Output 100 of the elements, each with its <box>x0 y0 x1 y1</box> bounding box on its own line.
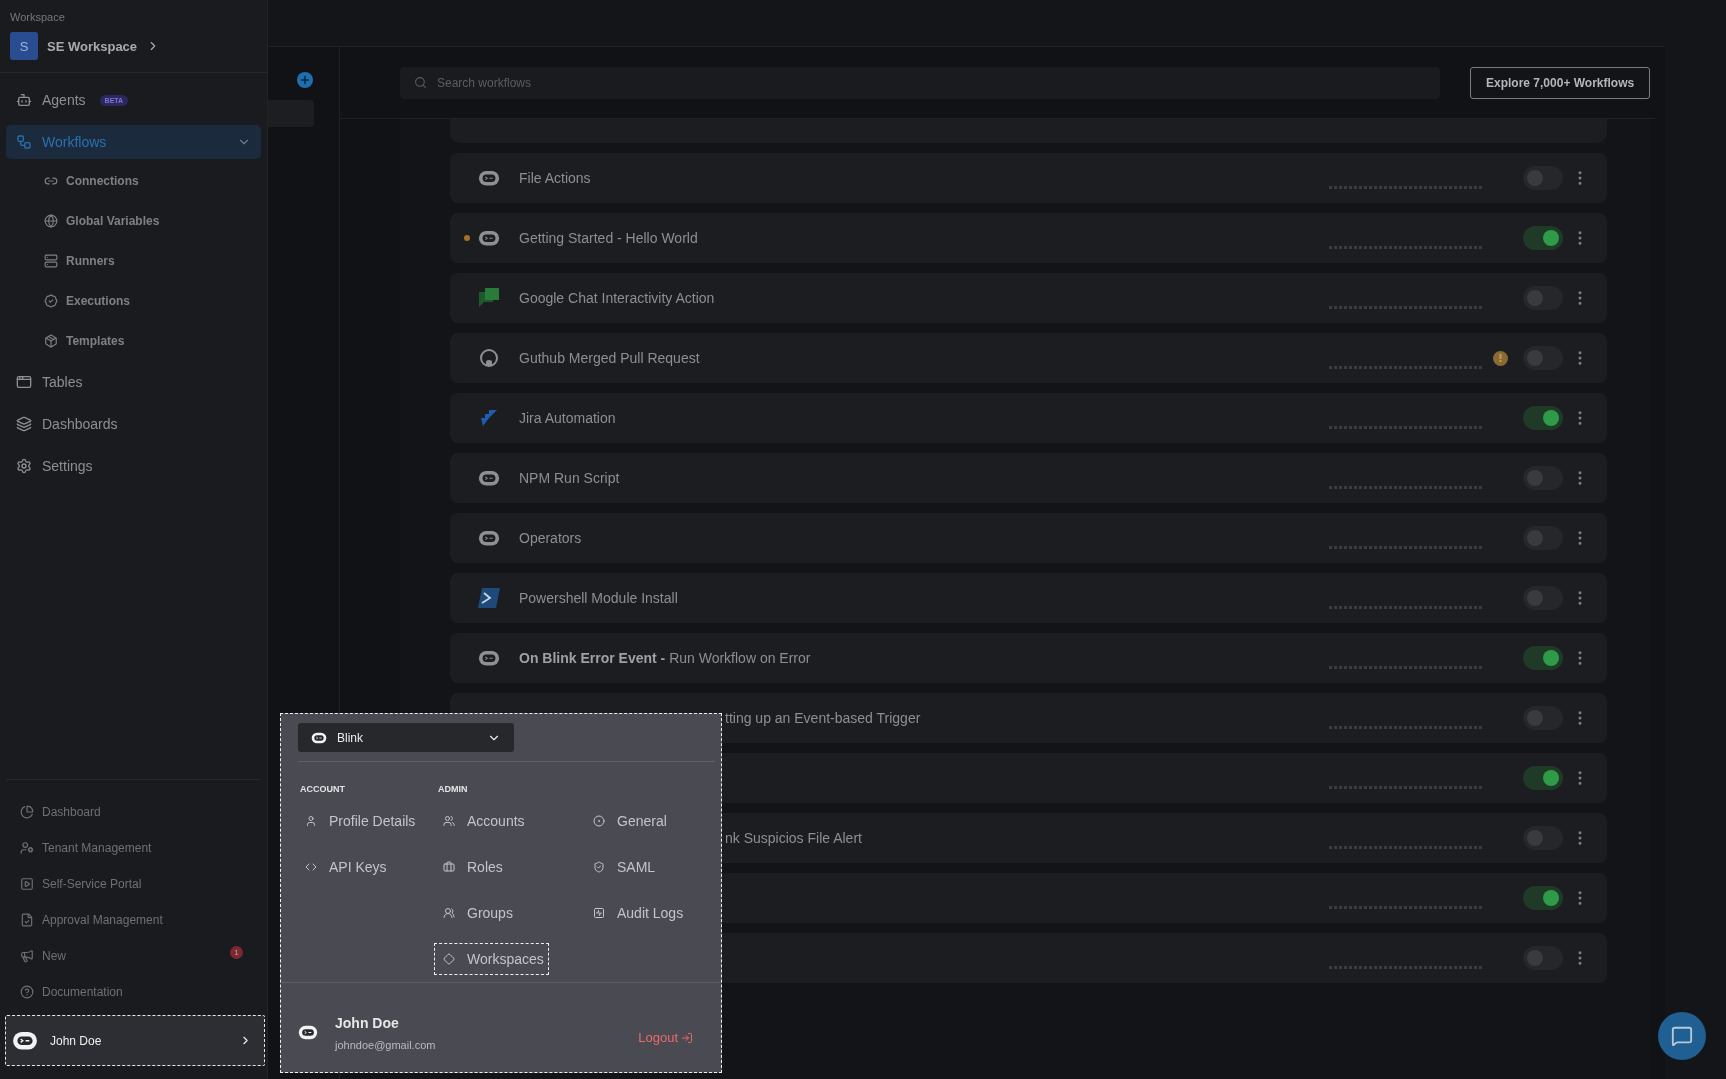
workflow-name: Getting Started - Hello World <box>519 230 698 246</box>
workflow-row[interactable]: Operators <box>450 513 1607 563</box>
explore-workflows-button[interactable]: Explore 7,000+ Workflows <box>1470 66 1651 99</box>
diamond-icon <box>443 953 455 965</box>
toggle-switch[interactable] <box>1523 706 1563 730</box>
chat-bubble-icon <box>1671 1025 1693 1047</box>
workflow-name: On Blink Error Event - Run Workflow on Error <box>519 650 811 666</box>
nav-subitem[interactable]: Executions <box>6 281 261 321</box>
footer-nav-item[interactable]: Self-Service Portal <box>6 866 261 902</box>
globe-icon <box>44 214 58 228</box>
workspace-switcher[interactable]: S SE Workspace <box>10 32 161 60</box>
footer-nav-item[interactable]: Approval Management <box>6 902 261 938</box>
users-icon <box>443 815 455 827</box>
footer-nav-item[interactable]: Dashboard <box>6 794 261 830</box>
nav-subitem[interactable]: Global Variables <box>6 201 261 241</box>
toggle-switch[interactable] <box>1523 646 1563 670</box>
chat-button[interactable] <box>1658 1012 1706 1060</box>
nav-item[interactable]: Tables <box>6 361 261 403</box>
add-icon[interactable] <box>297 72 313 88</box>
workflow-row[interactable]: NPM Run Script <box>450 453 1607 503</box>
user-name: John Doe <box>335 1014 400 1031</box>
menu-item[interactable]: Accounts <box>434 805 530 837</box>
organization-select[interactable]: Blink <box>298 723 514 752</box>
nav-item[interactable]: Dashboards <box>6 403 261 445</box>
toggle-switch[interactable] <box>1523 406 1563 430</box>
toggle-switch[interactable] <box>1523 886 1563 910</box>
toggle-switch[interactable] <box>1523 346 1563 370</box>
toggle-switch[interactable] <box>1523 466 1563 490</box>
workflow-name: tting up an Event-based Trigger <box>724 710 921 726</box>
workflow-name: Guthub Merged Pull Request <box>519 350 700 366</box>
robot-face-icon <box>478 649 500 667</box>
pie-chart-icon <box>20 805 34 819</box>
toggle-switch[interactable] <box>1523 526 1563 550</box>
menu-item[interactable]: Groups <box>434 897 518 929</box>
workflow-icon <box>16 134 32 150</box>
section-heading: ADMIN <box>438 784 469 796</box>
user-menu-button[interactable]: John Doe <box>5 1015 265 1066</box>
toggle-switch[interactable] <box>1523 586 1563 610</box>
menu-item[interactable]: General <box>584 805 672 837</box>
menu-item[interactable]: SAML <box>584 851 661 883</box>
toggle-switch[interactable] <box>1523 946 1563 970</box>
arrows-icon <box>479 408 499 428</box>
workspace-label: Workspace <box>9 10 66 23</box>
robot-icon <box>16 92 32 108</box>
group-icon <box>443 907 455 919</box>
workflow-name: File Actions <box>519 170 591 186</box>
nav-subitem[interactable]: Runners <box>6 241 261 281</box>
toggle-switch[interactable] <box>1523 226 1563 250</box>
user-email: johndoe@gmail.com <box>335 1038 436 1051</box>
workflow-row[interactable]: Powershell Module Install <box>450 573 1607 623</box>
document-check-icon <box>20 913 34 927</box>
user-icon <box>305 815 317 827</box>
workflow-row[interactable]: Guthub Merged Pull Request <box>450 333 1607 383</box>
robot-face-icon <box>478 169 500 187</box>
nav-item[interactable]: Settings <box>6 445 261 487</box>
logout-icon <box>681 1031 693 1044</box>
workflow-row[interactable]: On Blink Error Event - Run Workflow on Error <box>450 633 1607 683</box>
workflow-name: nk Suspicios File Alert <box>724 830 862 846</box>
menu-item[interactable]: Workspaces <box>434 943 549 975</box>
menu-item[interactable]: Profile Details <box>296 805 421 837</box>
help-icon <box>20 985 34 999</box>
workflow-row[interactable]: Getting Started - Hello World <box>450 213 1607 263</box>
footer-nav-item[interactable]: Documentation <box>6 974 261 1010</box>
workflow-name: NPM Run Script <box>519 470 620 486</box>
robot-face-icon <box>311 731 327 744</box>
link-icon <box>44 174 58 188</box>
briefcase-icon <box>443 861 455 873</box>
toggle-switch[interactable] <box>1523 826 1563 850</box>
package-icon <box>44 334 58 348</box>
workflow-name: Powershell Module Install <box>519 590 678 606</box>
layers-icon <box>16 416 32 432</box>
menu-item[interactable]: Audit Logs <box>584 897 689 929</box>
circle-dot-icon <box>593 815 605 827</box>
workflow-name: Operators <box>519 530 582 546</box>
nav-item[interactable]: Workflows <box>6 125 261 159</box>
chat-bubbles-icon <box>477 286 501 310</box>
shield-check-icon <box>593 861 605 873</box>
workspace-avatar: S <box>10 32 38 60</box>
workspace-name: SE Workspace <box>47 38 138 54</box>
menu-item[interactable]: API Keys <box>296 851 392 883</box>
avatar-icon <box>298 1025 318 1040</box>
toggle-switch[interactable] <box>1523 166 1563 190</box>
footer-nav-item[interactable]: Tenant Management <box>6 830 261 866</box>
workflow-row[interactable]: File Actions <box>450 153 1607 203</box>
section-heading: ACCOUNT <box>300 784 346 796</box>
activity-icon <box>593 907 605 919</box>
logout-button[interactable]: Logout <box>638 1030 693 1045</box>
toggle-switch[interactable] <box>1523 286 1563 310</box>
menu-item[interactable]: Roles <box>434 851 508 883</box>
table-icon <box>16 374 32 390</box>
footer-nav-item[interactable]: New 1 <box>6 938 261 974</box>
server-icon <box>44 254 58 268</box>
nav-subitem[interactable]: Templates <box>6 321 261 361</box>
toggle-switch[interactable] <box>1523 766 1563 790</box>
search-field[interactable]: Search workflows <box>400 66 1440 99</box>
workflow-name: Google Chat Interactivity Action <box>519 290 715 306</box>
robot-face-icon <box>478 529 500 547</box>
workflow-row[interactable]: Google Chat Interactivity Action <box>450 273 1607 323</box>
workflow-row[interactable]: Jira Automation <box>450 393 1607 443</box>
nav-subitem[interactable]: Connections <box>6 161 261 201</box>
